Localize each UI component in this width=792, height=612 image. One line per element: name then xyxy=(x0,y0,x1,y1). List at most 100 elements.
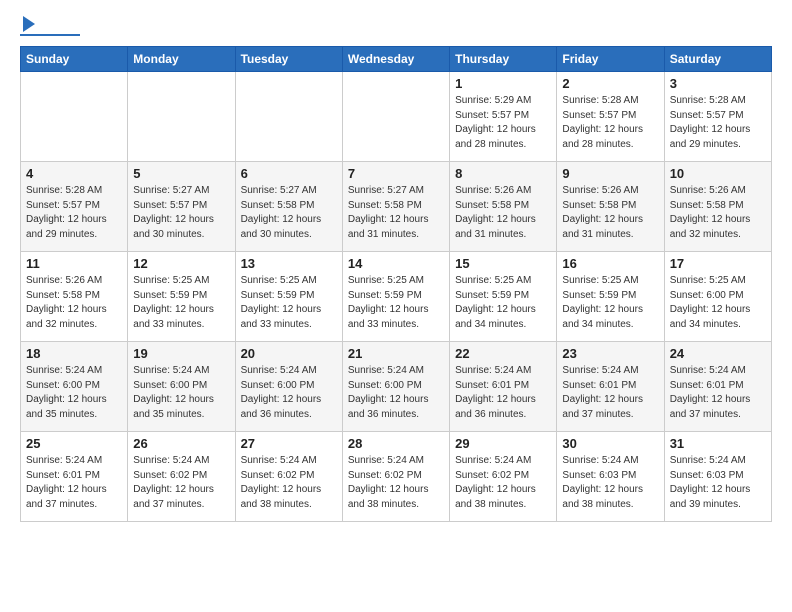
calendar-cell: 8 Sunrise: 5:26 AMSunset: 5:58 PMDaylight… xyxy=(450,162,557,252)
week-row-2: 4 Sunrise: 5:28 AMSunset: 5:57 PMDaylight… xyxy=(21,162,772,252)
day-info: Sunrise: 5:24 AMSunset: 6:01 PMDaylight:… xyxy=(26,454,122,512)
week-row-3: 11 Sunrise: 5:26 AMSunset: 5:58 PMDayligh… xyxy=(21,252,772,342)
day-number: 29 xyxy=(455,436,551,451)
day-info: Sunrise: 5:25 AMSunset: 5:59 PMDaylight:… xyxy=(562,274,658,332)
day-number: 14 xyxy=(348,256,444,271)
day-info: Sunrise: 5:26 AMSunset: 5:58 PMDaylight:… xyxy=(670,184,766,242)
day-number: 22 xyxy=(455,346,551,361)
day-number: 6 xyxy=(241,166,337,181)
calendar-cell: 5 Sunrise: 5:27 AMSunset: 5:57 PMDaylight… xyxy=(128,162,235,252)
day-info: Sunrise: 5:24 AMSunset: 6:01 PMDaylight:… xyxy=(455,364,551,422)
calendar-cell: 26 Sunrise: 5:24 AMSunset: 6:02 PMDayligh… xyxy=(128,432,235,522)
weekday-header-row: SundayMondayTuesdayWednesdayThursdayFrid… xyxy=(21,47,772,72)
calendar-cell: 10 Sunrise: 5:26 AMSunset: 5:58 PMDayligh… xyxy=(664,162,771,252)
day-info: Sunrise: 5:28 AMSunset: 5:57 PMDaylight:… xyxy=(670,94,766,152)
day-number: 1 xyxy=(455,76,551,91)
calendar-cell: 18 Sunrise: 5:24 AMSunset: 6:00 PMDayligh… xyxy=(21,342,128,432)
weekday-header-saturday: Saturday xyxy=(664,47,771,72)
day-info: Sunrise: 5:25 AMSunset: 5:59 PMDaylight:… xyxy=(241,274,337,332)
calendar-cell: 27 Sunrise: 5:24 AMSunset: 6:02 PMDayligh… xyxy=(235,432,342,522)
day-info: Sunrise: 5:28 AMSunset: 5:57 PMDaylight:… xyxy=(26,184,122,242)
day-info: Sunrise: 5:24 AMSunset: 6:01 PMDaylight:… xyxy=(562,364,658,422)
day-info: Sunrise: 5:24 AMSunset: 6:00 PMDaylight:… xyxy=(133,364,229,422)
calendar-cell: 24Sunrise: 5:24 AMSunset: 6:01 PMDayligh… xyxy=(664,342,771,432)
logo xyxy=(20,20,80,36)
day-number: 3 xyxy=(670,76,766,91)
day-info: Sunrise: 5:25 AMSunset: 6:00 PMDaylight:… xyxy=(670,274,766,332)
calendar-cell: 22 Sunrise: 5:24 AMSunset: 6:01 PMDayligh… xyxy=(450,342,557,432)
calendar-cell: 15 Sunrise: 5:25 AMSunset: 5:59 PMDayligh… xyxy=(450,252,557,342)
calendar-cell: 28 Sunrise: 5:24 AMSunset: 6:02 PMDayligh… xyxy=(342,432,449,522)
calendar-cell: 23 Sunrise: 5:24 AMSunset: 6:01 PMDayligh… xyxy=(557,342,664,432)
day-info: Sunrise: 5:27 AMSunset: 5:57 PMDaylight:… xyxy=(133,184,229,242)
day-number: 23 xyxy=(562,346,658,361)
calendar-cell: 17 Sunrise: 5:25 AMSunset: 6:00 PMDayligh… xyxy=(664,252,771,342)
day-number: 2 xyxy=(562,76,658,91)
day-info: Sunrise: 5:24 AMSunset: 6:00 PMDaylight:… xyxy=(241,364,337,422)
calendar-cell: 1 Sunrise: 5:29 AMSunset: 5:57 PMDaylight… xyxy=(450,72,557,162)
day-number: 15 xyxy=(455,256,551,271)
day-number: 11 xyxy=(26,256,122,271)
calendar-cell xyxy=(342,72,449,162)
calendar-cell: 11 Sunrise: 5:26 AMSunset: 5:58 PMDayligh… xyxy=(21,252,128,342)
day-info: Sunrise: 5:27 AMSunset: 5:58 PMDaylight:… xyxy=(348,184,444,242)
calendar-cell: 13 Sunrise: 5:25 AMSunset: 5:59 PMDayligh… xyxy=(235,252,342,342)
day-number: 31 xyxy=(670,436,766,451)
day-info: Sunrise: 5:26 AMSunset: 5:58 PMDaylight:… xyxy=(455,184,551,242)
calendar-cell: 3 Sunrise: 5:28 AMSunset: 5:57 PMDaylight… xyxy=(664,72,771,162)
calendar-cell: 25Sunrise: 5:24 AMSunset: 6:01 PMDayligh… xyxy=(21,432,128,522)
day-number: 28 xyxy=(348,436,444,451)
week-row-4: 18 Sunrise: 5:24 AMSunset: 6:00 PMDayligh… xyxy=(21,342,772,432)
calendar-cell: 30 Sunrise: 5:24 AMSunset: 6:03 PMDayligh… xyxy=(557,432,664,522)
calendar-cell: 12 Sunrise: 5:25 AMSunset: 5:59 PMDayligh… xyxy=(128,252,235,342)
day-number: 19 xyxy=(133,346,229,361)
day-number: 16 xyxy=(562,256,658,271)
day-info: Sunrise: 5:29 AMSunset: 5:57 PMDaylight:… xyxy=(455,94,551,152)
calendar-cell: 2 Sunrise: 5:28 AMSunset: 5:57 PMDaylight… xyxy=(557,72,664,162)
calendar-cell: 16 Sunrise: 5:25 AMSunset: 5:59 PMDayligh… xyxy=(557,252,664,342)
page: SundayMondayTuesdayWednesdayThursdayFrid… xyxy=(0,0,792,532)
day-number: 26 xyxy=(133,436,229,451)
logo-underline xyxy=(20,34,80,36)
day-number: 18 xyxy=(26,346,122,361)
day-info: Sunrise: 5:24 AMSunset: 6:00 PMDaylight:… xyxy=(348,364,444,422)
day-number: 17 xyxy=(670,256,766,271)
day-number: 20 xyxy=(241,346,337,361)
calendar-cell: 7Sunrise: 5:27 AMSunset: 5:58 PMDaylight… xyxy=(342,162,449,252)
day-number: 10 xyxy=(670,166,766,181)
day-number: 13 xyxy=(241,256,337,271)
day-number: 27 xyxy=(241,436,337,451)
calendar-cell: 9Sunrise: 5:26 AMSunset: 5:58 PMDaylight… xyxy=(557,162,664,252)
calendar-table: SundayMondayTuesdayWednesdayThursdayFrid… xyxy=(20,46,772,522)
day-info: Sunrise: 5:24 AMSunset: 6:02 PMDaylight:… xyxy=(348,454,444,512)
day-info: Sunrise: 5:24 AMSunset: 6:00 PMDaylight:… xyxy=(26,364,122,422)
day-info: Sunrise: 5:26 AMSunset: 5:58 PMDaylight:… xyxy=(26,274,122,332)
day-info: Sunrise: 5:24 AMSunset: 6:03 PMDaylight:… xyxy=(562,454,658,512)
day-info: Sunrise: 5:27 AMSunset: 5:58 PMDaylight:… xyxy=(241,184,337,242)
day-number: 5 xyxy=(133,166,229,181)
calendar-cell xyxy=(235,72,342,162)
weekday-header-thursday: Thursday xyxy=(450,47,557,72)
weekday-header-sunday: Sunday xyxy=(21,47,128,72)
day-number: 8 xyxy=(455,166,551,181)
day-info: Sunrise: 5:25 AMSunset: 5:59 PMDaylight:… xyxy=(133,274,229,332)
calendar-cell: 14 Sunrise: 5:25 AMSunset: 5:59 PMDayligh… xyxy=(342,252,449,342)
day-number: 12 xyxy=(133,256,229,271)
day-info: Sunrise: 5:24 AMSunset: 6:01 PMDaylight:… xyxy=(670,364,766,422)
calendar-cell: 20 Sunrise: 5:24 AMSunset: 6:00 PMDayligh… xyxy=(235,342,342,432)
header xyxy=(20,20,772,36)
day-number: 30 xyxy=(562,436,658,451)
day-info: Sunrise: 5:28 AMSunset: 5:57 PMDaylight:… xyxy=(562,94,658,152)
calendar-cell xyxy=(21,72,128,162)
calendar-cell: 19 Sunrise: 5:24 AMSunset: 6:00 PMDayligh… xyxy=(128,342,235,432)
calendar-cell: 4 Sunrise: 5:28 AMSunset: 5:57 PMDaylight… xyxy=(21,162,128,252)
logo-text xyxy=(20,20,35,32)
calendar-cell: 6 Sunrise: 5:27 AMSunset: 5:58 PMDaylight… xyxy=(235,162,342,252)
weekday-header-friday: Friday xyxy=(557,47,664,72)
day-info: Sunrise: 5:24 AMSunset: 6:02 PMDaylight:… xyxy=(133,454,229,512)
day-info: Sunrise: 5:25 AMSunset: 5:59 PMDaylight:… xyxy=(348,274,444,332)
logo-arrow-icon xyxy=(23,16,35,32)
day-info: Sunrise: 5:24 AMSunset: 6:02 PMDaylight:… xyxy=(241,454,337,512)
day-info: Sunrise: 5:25 AMSunset: 5:59 PMDaylight:… xyxy=(455,274,551,332)
day-number: 4 xyxy=(26,166,122,181)
